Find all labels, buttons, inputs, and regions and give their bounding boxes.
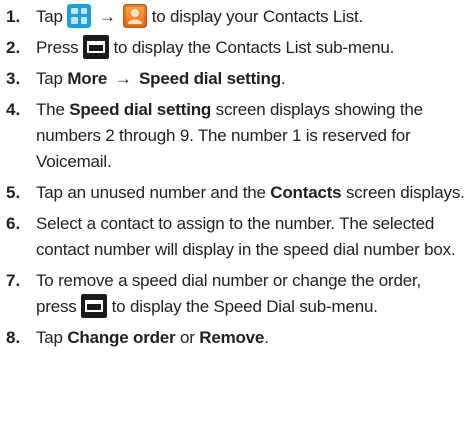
step-text-pre: Tap xyxy=(36,69,63,88)
menu-key-icon xyxy=(81,293,108,318)
step-4: 4. The Speed dial setting screen display… xyxy=(6,97,471,175)
step-text-bold: Contacts xyxy=(270,183,342,202)
step-number: 2. xyxy=(6,38,21,57)
step-text-bold: Remove xyxy=(199,328,265,347)
step-2: 2. Press to display the Contacts List su… xyxy=(6,34,471,61)
step-text-post: to display the Contacts List sub-menu. xyxy=(113,38,395,57)
step-text-post: to display the Speed Dial sub-menu. xyxy=(111,297,378,316)
step-text: The Speed dial setting screen displays s… xyxy=(36,97,471,175)
step-number: 1. xyxy=(6,7,21,26)
step-text: Tap Change order or Remove. xyxy=(36,325,471,351)
step-text-pre: Tap xyxy=(36,328,63,347)
step-text-bold: More xyxy=(67,69,108,88)
step-text-pre: Tap an unused number and the xyxy=(36,183,266,202)
step-number: 7. xyxy=(6,271,21,290)
apps-grid-icon xyxy=(67,3,92,28)
step-7: 7. To remove a speed dial number or chan… xyxy=(6,268,471,320)
step-3: 3. Tap More → Speed dial setting. xyxy=(6,66,471,92)
step-text-post: screen displays. xyxy=(345,183,465,202)
step-text-pre: Press xyxy=(36,38,79,57)
step-text-bold: Speed dial setting xyxy=(69,100,212,119)
step-text-post: to display your Contacts List. xyxy=(151,7,364,26)
step-text-bold: Speed dial setting xyxy=(139,69,281,88)
step-text-end: . xyxy=(264,328,269,347)
menu-key-icon xyxy=(83,34,109,59)
step-text: Press to display the Contacts List sub-m… xyxy=(36,34,471,61)
step-text: Select a contact to assign to the number… xyxy=(36,214,456,259)
contacts-icon xyxy=(123,3,148,28)
step-text-mid: or xyxy=(180,328,195,347)
instruction-steps: 1. Tap → to display your Contacts List. … xyxy=(0,0,471,351)
step-8: 8. Tap Change order or Remove. xyxy=(6,325,471,351)
step-text: Tap an unused number and the Contacts sc… xyxy=(36,180,471,206)
step-1: 1. Tap → to display your Contacts List. xyxy=(6,3,471,30)
step-number: 8. xyxy=(6,328,21,347)
step-text-bold: Change order xyxy=(67,328,176,347)
step-text-pre: The xyxy=(36,100,65,119)
step-text-end: . xyxy=(280,69,286,88)
step-number: 4. xyxy=(6,100,21,119)
step-text-pre: Tap xyxy=(36,7,63,26)
step-5: 5. Tap an unused number and the Contacts… xyxy=(6,180,471,206)
step-6: 6. Select a contact to assign to the num… xyxy=(6,211,471,263)
step-text: To remove a speed dial number or change … xyxy=(36,268,471,320)
arrow-icon: → xyxy=(114,69,132,88)
step-number: 6. xyxy=(6,214,21,233)
arrow-icon: → xyxy=(98,7,116,26)
step-text: Tap More → Speed dial setting. xyxy=(36,66,471,92)
step-text: Tap → to display your Contacts List. xyxy=(36,3,471,30)
step-number: 3. xyxy=(6,69,21,88)
step-number: 5. xyxy=(6,183,21,202)
